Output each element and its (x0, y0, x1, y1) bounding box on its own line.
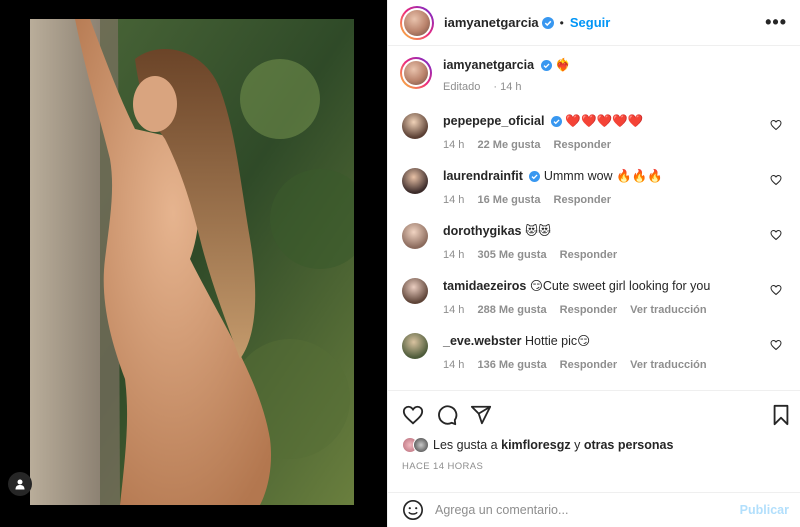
comment-likes[interactable]: 305 Me gusta (477, 249, 546, 261)
post-header: iamyanetgarcia • Seguir ••• (388, 0, 800, 46)
comment-item: laurendrainfit Ummm wow 🔥🔥🔥 14 h 16 Me g… (400, 168, 790, 208)
edited-label: Editado · 14 h (443, 81, 522, 93)
other-likers-link[interactable]: otras personas (584, 438, 674, 452)
reply-button[interactable]: Responder (560, 249, 617, 261)
comment-text: ❤️❤️❤️❤️❤️ (565, 114, 644, 128)
comment-likes[interactable]: 136 Me gusta (477, 359, 546, 371)
comment-item: tamidaezeiros 😏Cute sweet girl looking f… (400, 278, 790, 318)
verified-icon (550, 116, 562, 128)
reply-button[interactable]: Responder (554, 194, 611, 206)
post-photo-image (30, 19, 354, 505)
comment-input[interactable]: Agrega un comentario... (435, 503, 568, 517)
comment-likes[interactable]: 16 Me gusta (477, 194, 540, 206)
comment-avatar[interactable] (402, 168, 428, 194)
comment-text: Ummm wow 🔥🔥🔥 (543, 169, 663, 183)
comment-avatar[interactable] (402, 333, 428, 359)
post-caption: iamyanetgarcia ❤️‍🔥 Editado · 14 h (400, 57, 790, 97)
see-translation-button[interactable]: Ver traducción (630, 359, 706, 371)
comment-time: 14 h (443, 304, 465, 316)
comment-item: _eve.webster Hottie pic😏 14 h 136 Me gus… (400, 333, 790, 373)
heart-icon[interactable] (402, 404, 424, 426)
emoji-icon[interactable] (402, 499, 424, 521)
comment-username[interactable]: _eve.webster (443, 334, 522, 348)
author-username[interactable]: iamyanetgarcia (444, 15, 539, 30)
verified-icon (529, 171, 541, 183)
liker-avatar (413, 437, 429, 453)
caption-avatar-ring[interactable] (400, 57, 432, 89)
comment-likes[interactable]: 22 Me gusta (477, 139, 540, 151)
publish-button[interactable]: Publicar (740, 503, 789, 517)
comment-like-heart-icon[interactable] (770, 339, 782, 351)
caption-avatar (404, 61, 428, 85)
comment-like-heart-icon[interactable] (770, 119, 782, 131)
post-media-area (0, 0, 387, 527)
post-side-panel: iamyanetgarcia • Seguir ••• iamyanetgarc… (387, 0, 800, 527)
comment-avatar[interactable] (402, 278, 428, 304)
caption-text: ❤️‍🔥 (555, 58, 571, 72)
verified-icon (541, 16, 554, 29)
comment-avatar[interactable] (402, 223, 428, 249)
comment-like-heart-icon[interactable] (770, 174, 782, 186)
comment-text: 😻😻 (524, 224, 552, 238)
comment-time: 14 h (443, 359, 465, 371)
bookmark-icon[interactable] (771, 404, 791, 426)
comment-like-heart-icon[interactable] (770, 229, 782, 241)
post-photo[interactable] (30, 19, 354, 505)
comment-text: 😏Cute sweet girl looking for you (529, 279, 711, 293)
share-icon[interactable] (470, 404, 492, 426)
more-options-button[interactable]: ••• (765, 12, 787, 33)
comment-like-heart-icon[interactable] (770, 284, 782, 296)
user-tag-button[interactable] (8, 472, 32, 496)
likes-prefix: Les gusta a (433, 438, 498, 452)
separator-dot: • (559, 15, 564, 30)
comment-username[interactable]: laurendrainfit (443, 169, 523, 183)
author-avatar-ring[interactable] (400, 5, 434, 40)
reply-button[interactable]: Responder (560, 359, 617, 371)
comment-time: 14 h (443, 249, 465, 261)
comment-likes[interactable]: 288 Me gusta (477, 304, 546, 316)
comments-list[interactable]: iamyanetgarcia ❤️‍🔥 Editado · 14 h pepep… (388, 47, 800, 390)
likes-conjunction: y (574, 438, 581, 452)
author-avatar (404, 9, 430, 36)
user-tag-icon (15, 479, 25, 490)
comment-item: pepepepe_oficial ❤️❤️❤️❤️❤️ 14 h 22 Me g… (400, 113, 790, 153)
more-icon: ••• (765, 12, 787, 32)
likes-summary: Les gusta a kimfloresgz y otras personas (402, 437, 673, 453)
comment-username[interactable]: dorothygikas (443, 224, 522, 238)
see-translation-button[interactable]: Ver traducción (630, 304, 706, 316)
comment-username[interactable]: tamidaezeiros (443, 279, 526, 293)
verified-icon (540, 60, 552, 72)
comment-item: dorothygikas 😻😻 14 h 305 Me gusta Respon… (400, 223, 790, 263)
comment-time: 14 h (443, 139, 465, 151)
post-timestamp[interactable]: HACE 14 HORAS (402, 461, 483, 472)
follow-button[interactable]: Seguir (570, 15, 610, 30)
comment-icon[interactable] (436, 404, 458, 426)
add-comment-bar: Agrega un comentario... Publicar (388, 492, 800, 527)
comment-avatar[interactable] (402, 113, 428, 139)
comment-username[interactable]: pepepepe_oficial (443, 114, 544, 128)
reply-button[interactable]: Responder (554, 139, 611, 151)
liker-username[interactable]: kimfloresgz (501, 438, 570, 452)
comment-time: 14 h (443, 194, 465, 206)
reply-button[interactable]: Responder (560, 304, 617, 316)
comment-text: Hottie pic😏 (525, 334, 591, 348)
caption-username[interactable]: iamyanetgarcia (443, 58, 534, 72)
